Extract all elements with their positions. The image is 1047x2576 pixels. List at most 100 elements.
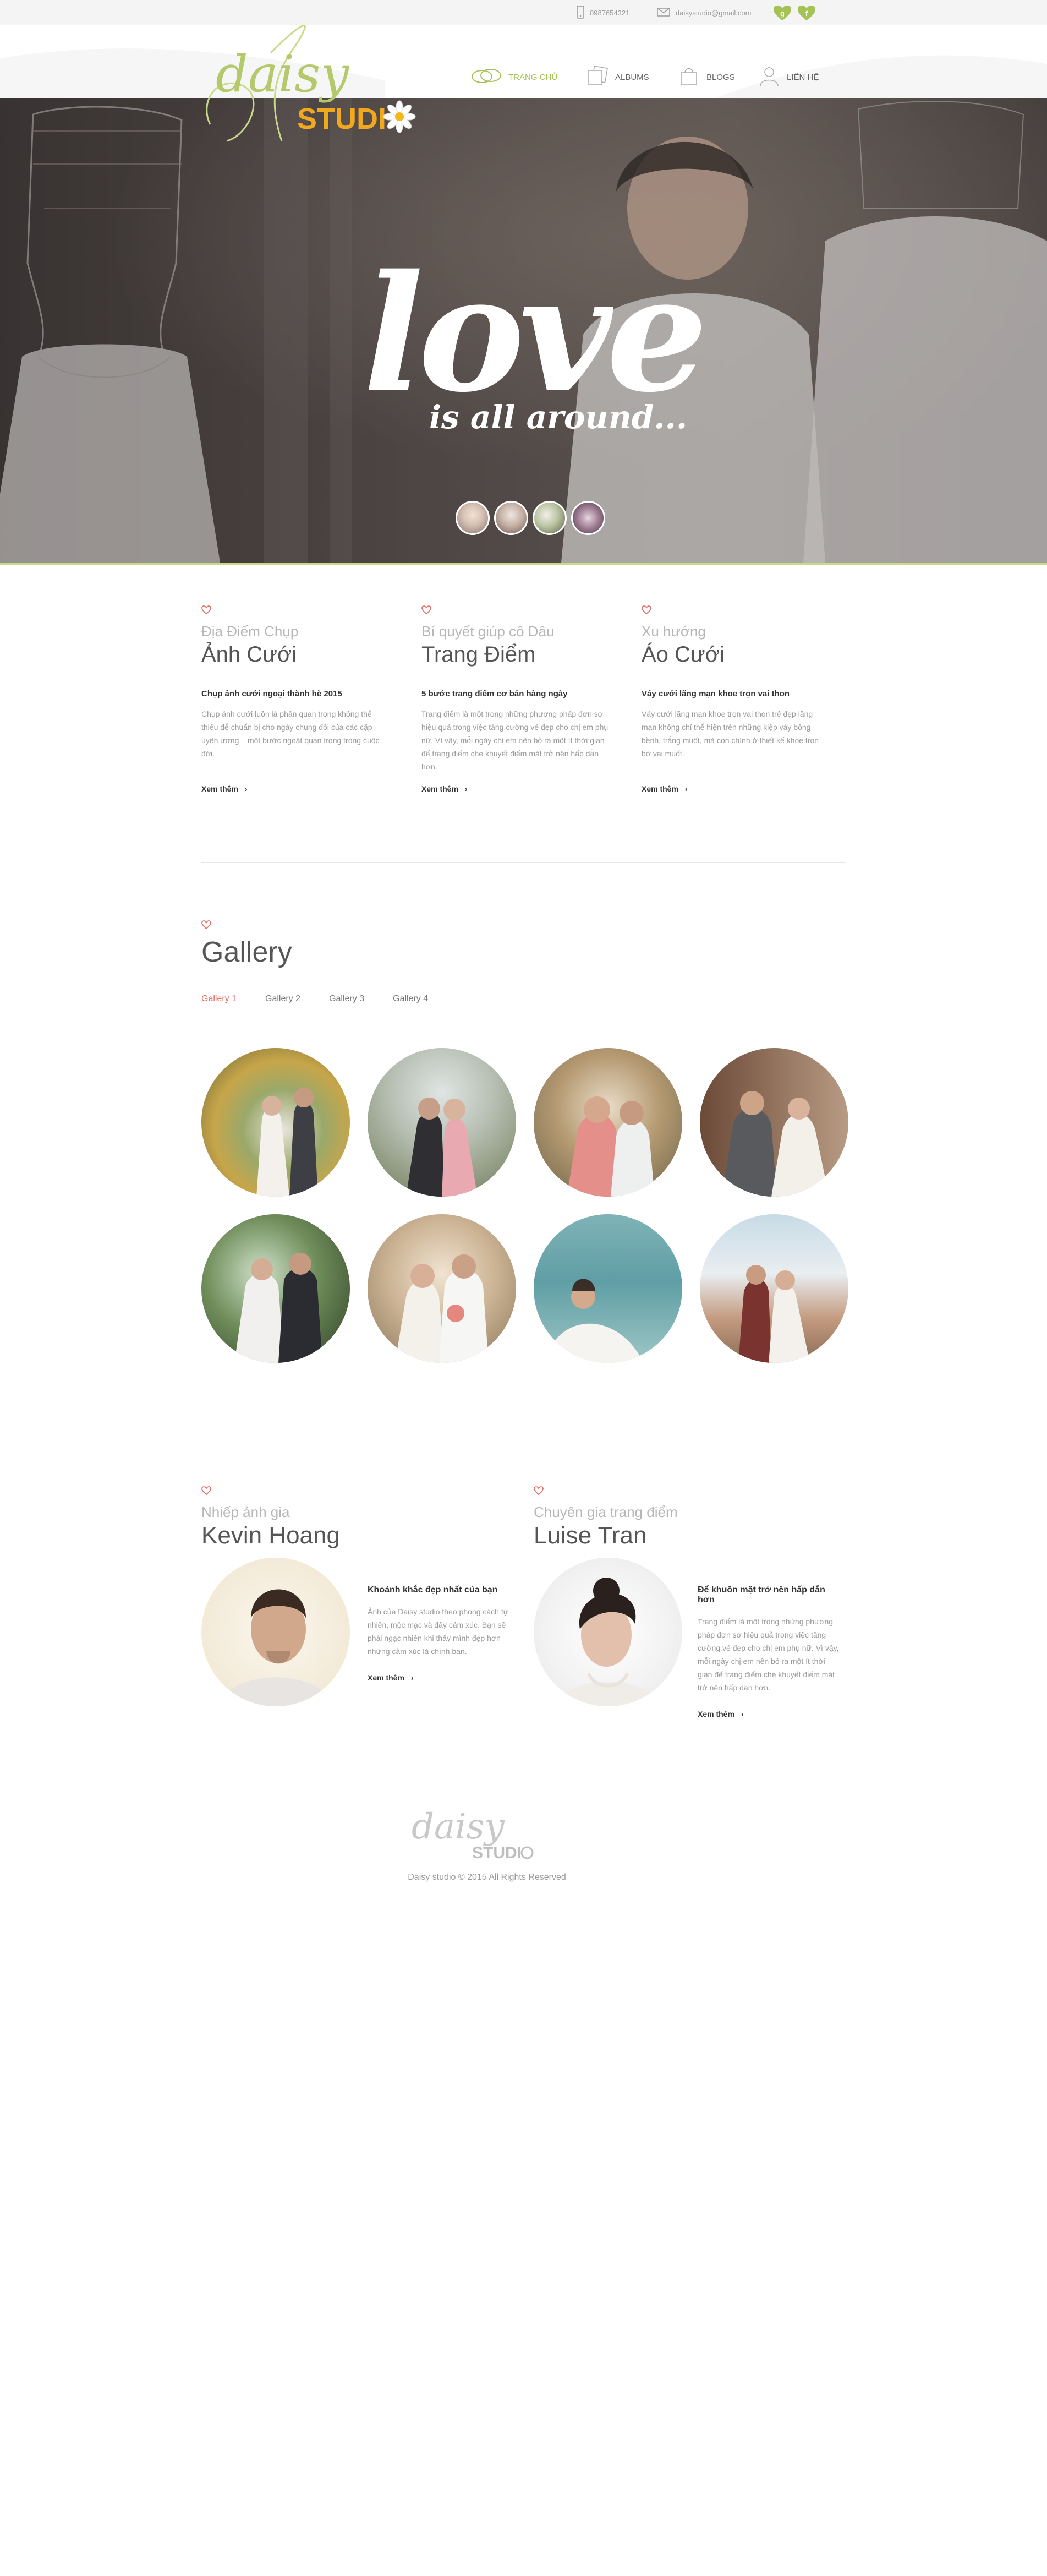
team-subtitle[interactable]: Để khuôn mặt trở nên hấp dẫn hơn xyxy=(698,1585,841,1605)
gallery-tabs: Gallery 1 Gallery 2 Gallery 3 Gallery 4 xyxy=(201,994,454,1019)
feature-title: Áo Cưới xyxy=(642,642,725,667)
bag-icon xyxy=(678,65,700,89)
footer-logo[interactable]: daisy STUDI xyxy=(412,1789,544,1871)
gallery-photo[interactable] xyxy=(534,1048,682,1197)
team-subtitle[interactable]: Khoảnh khắc đẹp nhất của bạn xyxy=(368,1585,511,1595)
gallery-photo[interactable] xyxy=(368,1214,516,1363)
nav-albums[interactable]: ALBUMS xyxy=(586,65,649,89)
photos-icon xyxy=(586,65,609,89)
feature-body: Váy cưới lãng mạn khoe trọn vai thon trẻ… xyxy=(642,710,819,758)
footer-logo-word: STUDI xyxy=(472,1844,522,1862)
feature-subtitle[interactable]: Váy cưới lãng mạn khoe trọn vai thon xyxy=(642,689,829,698)
site-logo[interactable]: daisy STUDI xyxy=(199,14,419,157)
feature-subtitle[interactable]: 5 bước trang điểm cơ bản hàng ngày xyxy=(421,689,609,698)
nav-home[interactable]: TRANG CHỦ xyxy=(471,65,557,89)
hero-tagline: is all around... xyxy=(429,399,687,436)
read-more-link[interactable]: Xem thêm › xyxy=(368,1673,414,1682)
gallery-photo[interactable] xyxy=(700,1048,848,1197)
team-body: Ảnh của Daisy studio theo phong cách tự … xyxy=(368,1607,509,1656)
team-name: Kevin Hoang xyxy=(201,1522,340,1549)
hero-thumbnail[interactable] xyxy=(456,501,490,535)
team-name: Luise Tran xyxy=(534,1522,647,1549)
feature-eyebrow: Địa Điểm Chụp xyxy=(201,623,299,640)
heart-icon xyxy=(201,605,211,614)
heart-icon xyxy=(534,1486,544,1495)
gallery-photo[interactable] xyxy=(201,1048,350,1197)
google-plus-link[interactable]: g xyxy=(774,6,791,21)
read-more-label: Xem thêm xyxy=(368,1673,404,1682)
team-role: Nhiếp ảnh gia xyxy=(201,1504,290,1520)
read-more-link[interactable]: Xem thêm › xyxy=(642,784,688,793)
google-plus-icon: g xyxy=(780,9,785,18)
top-bar: 0987654321 daisystudio@gmail.com g f xyxy=(0,0,1047,25)
gallery-photo[interactable] xyxy=(700,1214,848,1363)
chevron-right-icon: › xyxy=(741,1710,744,1718)
team-body: Trang điểm là một trong những phương phá… xyxy=(698,1617,839,1692)
email-address: daisystudio@gmail.com xyxy=(676,8,752,17)
team-text: Để khuôn mặt trở nên hấp dẫn hơn Trang đ… xyxy=(698,1585,841,1720)
section-divider xyxy=(201,862,846,863)
hero-banner: love is all around... xyxy=(0,98,1047,563)
hero-background: love is all around... xyxy=(0,98,1047,563)
feature-title: Trang Điểm xyxy=(421,642,536,667)
read-more-link[interactable]: Xem thêm › xyxy=(698,1710,744,1718)
team-avatar xyxy=(201,1558,350,1706)
read-more-label: Xem thêm xyxy=(698,1710,734,1718)
feature-makeup: Bí quyết giúp cô Dâu Trang Điểm 5 bước t… xyxy=(421,605,609,794)
feature-subtitle[interactable]: Chụp ảnh cưới ngoại thành hè 2015 xyxy=(201,689,388,698)
heart-icon xyxy=(201,920,211,929)
nav-contact-label: LIÊN HỆ xyxy=(787,72,819,82)
phone-icon xyxy=(577,5,584,20)
tab-gallery-2[interactable]: Gallery 2 xyxy=(265,994,300,1019)
gallery-photo[interactable] xyxy=(368,1048,516,1197)
read-more-link[interactable]: Xem thêm › xyxy=(201,784,248,793)
feature-title: Ảnh Cưới xyxy=(201,642,297,667)
read-more-label: Xem thêm xyxy=(642,784,678,793)
hero-thumbnail[interactable] xyxy=(494,501,528,535)
phone-contact[interactable]: 0987654321 xyxy=(577,0,629,25)
feature-eyebrow: Bí quyết giúp cô Dâu xyxy=(421,623,555,640)
hero-thumbnail[interactable] xyxy=(571,501,605,535)
daisy-flower-icon xyxy=(383,100,416,133)
copyright-text: Daisy studio © 2015 All Rights Reserved xyxy=(408,1873,566,1882)
feature-photo: Địa Điểm Chụp Ảnh Cưới Chụp ảnh cưới ngo… xyxy=(201,605,388,794)
email-contact[interactable]: daisystudio@gmail.com xyxy=(657,0,751,25)
nav-blogs-label: BLOGS xyxy=(706,72,735,82)
person-icon xyxy=(758,65,780,89)
tab-gallery-4[interactable]: Gallery 4 xyxy=(393,994,428,1019)
read-more-label: Xem thêm xyxy=(201,784,238,793)
chevron-right-icon: › xyxy=(684,784,688,793)
heart-icon xyxy=(642,605,651,614)
team-avatar xyxy=(534,1558,682,1706)
feature-body: Trang điểm là một trong những phương phá… xyxy=(421,710,609,771)
chevron-right-icon: › xyxy=(410,1673,414,1682)
gallery-photo[interactable] xyxy=(534,1214,682,1363)
feature-body: Chụp ảnh cưới luôn là phần quan trọng kh… xyxy=(201,710,380,758)
chevron-right-icon: › xyxy=(244,784,248,793)
facebook-link[interactable]: f xyxy=(798,6,815,21)
read-more-label: Xem thêm xyxy=(421,784,458,793)
heart-icon xyxy=(421,605,431,614)
logo-word: STUDI xyxy=(297,102,386,135)
daisy-flower-icon xyxy=(520,1846,534,1859)
facebook-icon: f xyxy=(805,9,808,18)
team-makeup-artist: Chuyên gia trang điểm Luise Tran xyxy=(534,1486,678,1549)
heart-icon xyxy=(201,1486,211,1495)
tab-gallery-3[interactable]: Gallery 3 xyxy=(329,994,364,1019)
phone-number: 0987654321 xyxy=(590,8,630,17)
team-photographer: Nhiếp ảnh gia Kevin Hoang xyxy=(201,1486,340,1549)
team-text: Khoảnh khắc đẹp nhất của bạn Ảnh của Dai… xyxy=(368,1585,511,1683)
nav-albums-label: ALBUMS xyxy=(615,72,649,82)
tab-gallery-1[interactable]: Gallery 1 xyxy=(201,994,237,1019)
read-more-link[interactable]: Xem thêm › xyxy=(421,784,468,793)
nav-contact[interactable]: LIÊN HỆ xyxy=(758,65,819,89)
hero-thumbnails xyxy=(456,501,605,535)
rings-icon xyxy=(471,68,502,86)
gallery-photo[interactable] xyxy=(201,1214,350,1363)
logo-script: daisy xyxy=(216,45,349,103)
footer-logo-script: daisy xyxy=(412,1807,505,1847)
nav-blogs[interactable]: BLOGS xyxy=(678,65,735,89)
hero-accent-line xyxy=(0,563,1047,565)
hero-thumbnail[interactable] xyxy=(533,501,567,535)
mail-icon xyxy=(657,7,670,18)
